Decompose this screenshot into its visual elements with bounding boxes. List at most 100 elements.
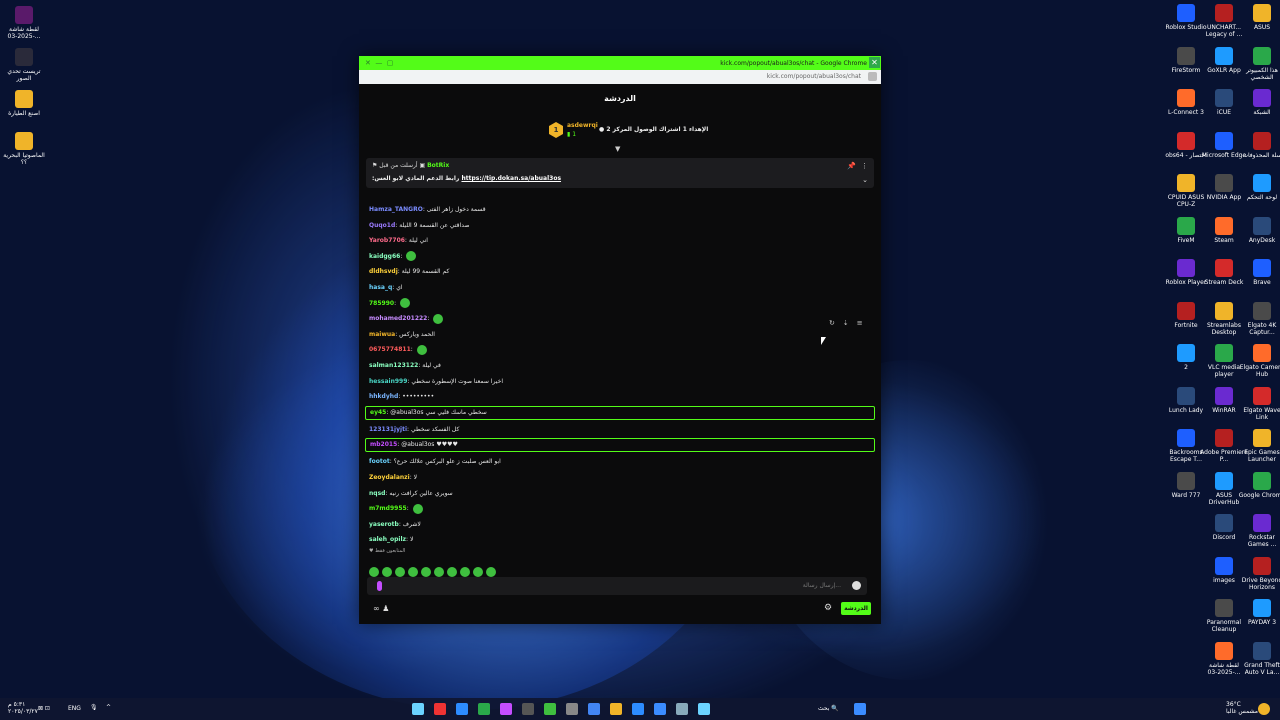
chat-message[interactable]: ey45: @abual3os سخطي ماسك فليي سي (365, 405, 875, 420)
taskbar-app-icon[interactable] (500, 703, 512, 715)
emoji-icon[interactable] (852, 581, 861, 590)
taskbar-app-icon[interactable] (434, 703, 446, 715)
desktop-icon[interactable]: تريست تحدي الصور (0, 48, 48, 82)
taskbar-app-icon[interactable] (522, 703, 534, 715)
emote-icon[interactable] (473, 567, 483, 577)
taskbar-app-icon[interactable] (566, 703, 578, 715)
chat-message[interactable]: footot: ابو العس صلبت ز علو البركس علالك… (365, 454, 875, 470)
chat-username[interactable]: salman123122 (369, 362, 418, 369)
taskbar-app-icon[interactable] (654, 703, 666, 715)
taskbar-app-icon[interactable] (632, 703, 644, 715)
windows-start-icon[interactable] (854, 703, 866, 715)
taskbar-app-icon[interactable] (478, 703, 490, 715)
chat-username[interactable]: 785990 (369, 300, 394, 307)
message-hover-tools[interactable]: ↻⇣≡ (829, 319, 871, 327)
chat-username[interactable]: 123131jyjti (369, 426, 407, 433)
chat-username[interactable]: Zeoydalanzi (369, 474, 410, 481)
desktop-icon[interactable]: الماصوتيا البحرية ؟؟ (0, 132, 48, 166)
close-icon[interactable]: ✕ (869, 57, 880, 68)
desktop-icon[interactable]: الشبكة (1238, 89, 1280, 116)
chat-message[interactable]: 123131jyjti: كل الفسكد سخطي (365, 422, 875, 438)
taskbar-app-icon[interactable] (610, 703, 622, 715)
chat-message[interactable]: Quqo1d: صداقتي عن القسمة 9 الليلة (365, 218, 875, 234)
taskbar-app-icon[interactable] (588, 703, 600, 715)
chat-message[interactable]: mb2015: @abual3os ♥♥♥♥ (365, 438, 875, 453)
emote-icon[interactable] (460, 567, 470, 577)
chat-message[interactable]: Zeoydalanzi: لا (365, 470, 875, 486)
pinned-link[interactable]: https://tip.dokan.sa/abual3os (461, 175, 561, 182)
tray-icons[interactable]: ⊠ ⊡ (38, 705, 50, 712)
chevron-down-icon[interactable]: ⌄ (862, 176, 868, 184)
chat-message[interactable]: 0675774811: (365, 342, 875, 358)
desktop-icon[interactable]: Google Chrome (1238, 471, 1280, 499)
chat-username[interactable]: saleh_opilz (369, 536, 406, 543)
chat-message[interactable]: nqsd: سويري عالين كرافت رنيه (365, 486, 875, 502)
chevron-up-icon[interactable]: ^ (106, 704, 111, 711)
chat-message[interactable]: dldhsvdj: كم القسمة 99 ليلة (365, 264, 875, 280)
chat-username[interactable]: hasa_q (369, 284, 392, 291)
chat-input[interactable]: إرسال رسالة... (367, 577, 867, 595)
desktop-icon[interactable]: Epic Games Launcher (1238, 429, 1280, 463)
chat-message[interactable]: Hamza_TANGRO: قسمة دخول زاهر الفتى (365, 202, 875, 218)
leaderboard-user[interactable]: asdewrqi (567, 122, 598, 129)
taskbar-app-icon[interactable] (676, 703, 688, 715)
emote-icon[interactable] (434, 567, 444, 577)
chat-username[interactable]: mohamed201222 (369, 315, 427, 322)
chat-username[interactable]: mb2015 (370, 441, 397, 448)
emote-icon[interactable] (369, 567, 379, 577)
leaderboard[interactable]: 1 asdewrqi ▮ 1 ● الإهداء 1 اشتراك الوصول… (359, 114, 881, 153)
chat-username[interactable]: Yarob7706 (369, 237, 405, 244)
chat-username[interactable]: hhkdyhd (369, 393, 398, 400)
desktop-icon[interactable]: AnyDesk (1238, 216, 1280, 244)
chat-username[interactable]: m7md9955 (369, 505, 407, 512)
taskbar-search[interactable]: بحث 🔍 (818, 705, 839, 712)
chat-message[interactable]: hasa_q: اي (365, 280, 875, 296)
emote-bar[interactable] (369, 562, 499, 577)
emote-icon[interactable] (486, 567, 496, 577)
window-controls[interactable]: ✕ — ▢ (365, 59, 393, 67)
weather-widget[interactable]: 36°C مشمس غالبا (1226, 701, 1258, 715)
taskbar-app-icon[interactable] (698, 703, 710, 715)
desktop-icon[interactable]: هذا الكمبيوتر الشخصي (1238, 46, 1280, 81)
mic-icon[interactable]: 🎙 (90, 704, 98, 711)
chat-message[interactable]: kaidgg66: (365, 249, 875, 265)
desktop-icon[interactable]: لقطة شاشة 2025-03-... (0, 6, 48, 40)
more-options-icon[interactable]: ⋮ (861, 162, 868, 170)
chat-username[interactable]: kaidgg66 (369, 253, 400, 260)
emote-icon[interactable] (447, 567, 457, 577)
chat-message[interactable]: yaserotb: لاشرف (365, 517, 875, 533)
desktop-icon[interactable]: Elgato Camera Hub (1238, 344, 1280, 378)
chat-username[interactable]: Quqo1d (369, 222, 395, 229)
taskbar-app-icon[interactable] (456, 703, 468, 715)
desktop-icon[interactable]: Elgato 4K Captur... (1238, 301, 1280, 336)
desktop-icon[interactable]: لوحة التحكم (1238, 174, 1280, 201)
desktop-icon[interactable]: Drive Beyond Horizons (1238, 556, 1280, 591)
mic-icon[interactable] (377, 581, 382, 591)
desktop-icon[interactable]: Brave (1238, 259, 1280, 286)
gear-icon[interactable]: ⚙ (824, 603, 832, 613)
link-icon[interactable]: ∞ ♟ (373, 604, 389, 613)
chat-message[interactable]: m7md9955: (365, 501, 875, 517)
chat-username[interactable]: maiwua (369, 331, 395, 338)
emote-icon[interactable] (382, 567, 392, 577)
desktop-icon[interactable]: Rockstar Games ... (1238, 514, 1280, 548)
chat-message[interactable]: hhkdyhd: ••••••••• (365, 389, 875, 405)
chat-message[interactable]: 785990: (365, 296, 875, 312)
desktop-icon[interactable]: سلة المحذوفات (1238, 131, 1280, 159)
desktop-icon[interactable]: ASUS (1238, 4, 1280, 31)
chat-message[interactable]: Yarob7706: اني ليلة (365, 233, 875, 249)
chat-username[interactable]: 0675774811 (369, 346, 411, 353)
chat-username[interactable]: footot (369, 458, 390, 465)
pinned-bot-name[interactable]: BotRix (427, 162, 449, 169)
address-bar[interactable]: kick.com/popout/abual3os/chat (359, 70, 881, 84)
emote-icon[interactable] (421, 567, 431, 577)
taskbar-app-icon[interactable] (412, 703, 424, 715)
send-chat-button[interactable]: الدردشة (841, 602, 871, 615)
chat-username[interactable]: nqsd (369, 490, 385, 497)
desktop-icon[interactable]: PAYDAY 3 (1238, 599, 1280, 626)
chat-message[interactable]: mohamed201222: (365, 311, 875, 327)
chat-message[interactable]: hessain999: اخيرا سمعنا صوت الإسطورة سخط… (365, 374, 875, 390)
chat-username[interactable]: hessain999 (369, 378, 407, 385)
desktop-icon[interactable]: اصنع الطيارة (0, 90, 48, 117)
emote-icon[interactable] (408, 567, 418, 577)
